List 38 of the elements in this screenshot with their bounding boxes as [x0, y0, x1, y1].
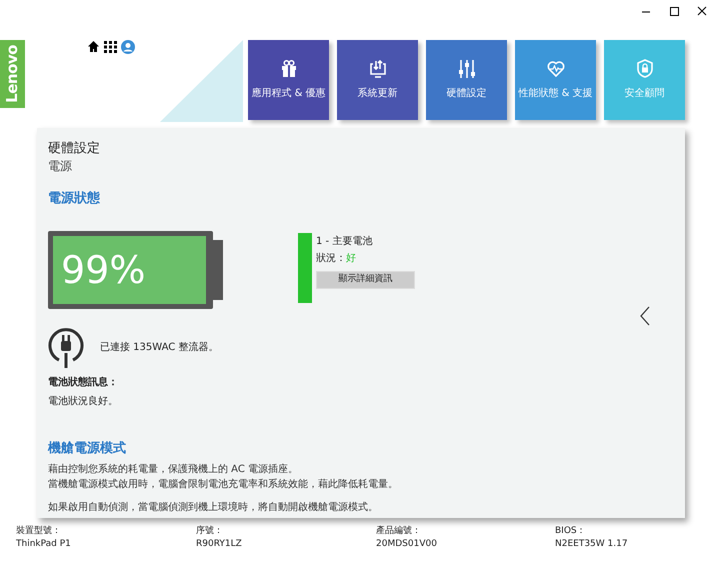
info-label: BIOS：: [555, 525, 587, 538]
paragraph: 當機艙電源模式啟用時，電腦會限制電池充電率和系統效能，藉此降低耗電量。: [48, 478, 399, 492]
shield-lock-icon: [636, 59, 654, 78]
maximize-icon: [668, 6, 680, 16]
status-label: 狀況：: [316, 252, 346, 266]
gift-icon: [280, 59, 298, 78]
section-heading: 機艙電源模式: [48, 440, 127, 458]
battery-message: 電池狀況良好。: [48, 394, 119, 408]
nav-tile[interactable]: 應用程式 & 優惠: [248, 40, 329, 120]
plug-icon: [48, 326, 84, 368]
close-icon: [696, 6, 708, 16]
battery-message-heading: 電池狀態訊息：: [48, 376, 119, 390]
section-heading: 電源狀態: [48, 190, 101, 208]
lenovo-logo: Lenovo: [0, 40, 25, 108]
info-label: 序號：: [196, 525, 224, 538]
paragraph: 藉由控制您系統的耗電量，保護飛機上的 AC 電源插座。: [48, 462, 300, 477]
info-label: 產品編號：: [376, 525, 422, 538]
battery-fill: 99%: [53, 236, 206, 304]
nav-tile[interactable]: 硬體設定: [426, 40, 507, 120]
info-value: 20MDS01V00: [376, 538, 438, 551]
adapter-status: 已連接 135WAC 整流器。: [100, 340, 218, 355]
chevron-left-icon[interactable]: [640, 306, 650, 326]
grid-icon[interactable]: [104, 40, 117, 53]
page-title: 硬體設定: [48, 140, 101, 157]
nav-tile[interactable]: 系統更新: [337, 40, 418, 120]
status-value: 好: [346, 252, 356, 266]
info-value: N2EET35W 1.17: [555, 538, 629, 551]
info-label: 裝置型號：: [16, 525, 62, 538]
home-icon[interactable]: [87, 40, 100, 53]
details-button[interactable]: 顯示詳細資訊: [316, 270, 415, 288]
heart-pulse-icon: [546, 59, 564, 78]
page-subtitle: 電源: [48, 158, 73, 175]
info-value: R90RY1LZ: [196, 538, 243, 551]
monitor-update-icon: [368, 59, 386, 78]
battery-name: 1 - 主要電池: [316, 234, 374, 248]
paragraph: 如果啟用自動偵測，當電腦偵測到機上環境時，將自動開啟機艙電源模式。: [48, 500, 379, 515]
info-value: ThinkPad P1: [16, 538, 72, 551]
sliders-icon: [458, 59, 476, 78]
